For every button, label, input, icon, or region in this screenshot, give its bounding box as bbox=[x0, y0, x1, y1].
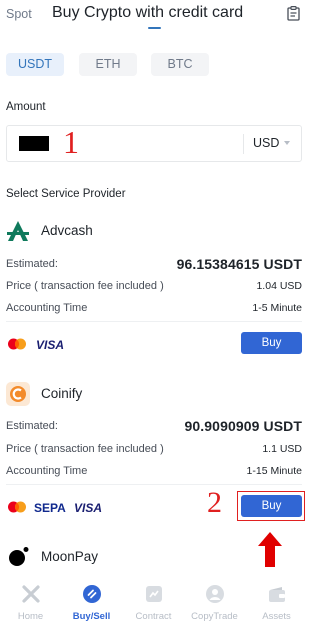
provider-name-coinify: Coinify bbox=[41, 386, 83, 401]
nav-buy-sell[interactable]: Buy/Sell bbox=[61, 578, 122, 628]
buy-sell-icon bbox=[82, 585, 101, 603]
coin-selector: USDT ETH BTC bbox=[6, 53, 306, 76]
divider bbox=[6, 484, 302, 485]
chevron-down-icon[interactable] bbox=[284, 141, 290, 145]
price-value: 1.04 USD bbox=[256, 280, 302, 292]
visa-icon: VISA bbox=[74, 501, 103, 515]
select-provider-title: Select Service Provider bbox=[6, 188, 126, 200]
coin-tab-btc[interactable]: BTC bbox=[151, 53, 209, 76]
accounting-time-value: 1-5 Minute bbox=[252, 302, 302, 314]
nav-copytrade[interactable]: CopyTrade bbox=[184, 578, 245, 628]
order-list-icon[interactable] bbox=[287, 6, 300, 21]
provider-name-advcash: Advcash bbox=[41, 223, 93, 238]
annotation-highlight-box bbox=[237, 491, 305, 521]
coin-tab-eth[interactable]: ETH bbox=[79, 53, 137, 76]
annotation-number-1: 1 bbox=[63, 124, 79, 160]
coin-tab-usdt[interactable]: USDT bbox=[6, 53, 64, 76]
nav-contract[interactable]: Contract bbox=[123, 578, 184, 628]
accounting-time-label: Accounting Time bbox=[6, 465, 88, 477]
nav-assets[interactable]: Assets bbox=[246, 578, 307, 628]
price-value: 1.1 USD bbox=[262, 443, 302, 455]
mastercard-icon bbox=[8, 338, 26, 350]
amount-divider bbox=[243, 134, 244, 154]
moonpay-logo-icon bbox=[9, 547, 29, 566]
tab-buy-crypto[interactable]: Buy Crypto with credit card bbox=[52, 4, 243, 22]
home-icon bbox=[21, 585, 40, 603]
top-header: Spot Buy Crypto with credit card bbox=[0, 0, 307, 34]
arrow-up-icon bbox=[258, 532, 282, 567]
active-tab-indicator bbox=[148, 27, 161, 29]
price-label: Price ( transaction fee included ) bbox=[6, 443, 164, 455]
accounting-time-value: 1-15 Minute bbox=[246, 465, 302, 477]
visa-icon: VISA bbox=[36, 338, 65, 352]
tab-spot[interactable]: Spot bbox=[6, 7, 32, 21]
contract-icon bbox=[145, 586, 162, 602]
nav-label: Assets bbox=[262, 611, 291, 622]
mastercard-icon bbox=[8, 501, 26, 513]
nav-label: Home bbox=[17, 611, 44, 622]
redacted-amount-value bbox=[19, 136, 49, 151]
nav-label: Contract bbox=[135, 611, 172, 622]
accounting-time-label: Accounting Time bbox=[6, 302, 88, 314]
estimated-label: Estimated: bbox=[6, 420, 58, 432]
sepa-icon: SEPA bbox=[34, 501, 66, 515]
annotation-number-2: 2 bbox=[207, 486, 222, 519]
nav-home[interactable]: Home bbox=[0, 578, 61, 628]
nav-label: CopyTrade bbox=[191, 611, 238, 622]
divider bbox=[6, 321, 302, 322]
coinify-logo-icon bbox=[6, 382, 30, 406]
buy-button-advcash[interactable]: Buy bbox=[241, 332, 302, 354]
bottom-navigation: Home Buy/Sell Contract CopyTrade Assets bbox=[0, 578, 307, 628]
assets-icon bbox=[268, 587, 285, 602]
copytrade-icon bbox=[205, 585, 224, 603]
amount-label: Amount bbox=[6, 101, 46, 113]
currency-select[interactable]: USD bbox=[253, 136, 279, 150]
estimated-value: 96.15384615 USDT bbox=[176, 256, 302, 272]
price-label: Price ( transaction fee included ) bbox=[6, 280, 164, 292]
estimated-value: 90.9090909 USDT bbox=[184, 418, 302, 434]
advcash-logo-icon bbox=[7, 221, 29, 241]
provider-name-moonpay: MoonPay bbox=[41, 549, 99, 564]
estimated-label: Estimated: bbox=[6, 258, 58, 270]
amount-input[interactable]: 1 USD bbox=[6, 124, 302, 162]
nav-label: Buy/Sell bbox=[72, 611, 111, 622]
